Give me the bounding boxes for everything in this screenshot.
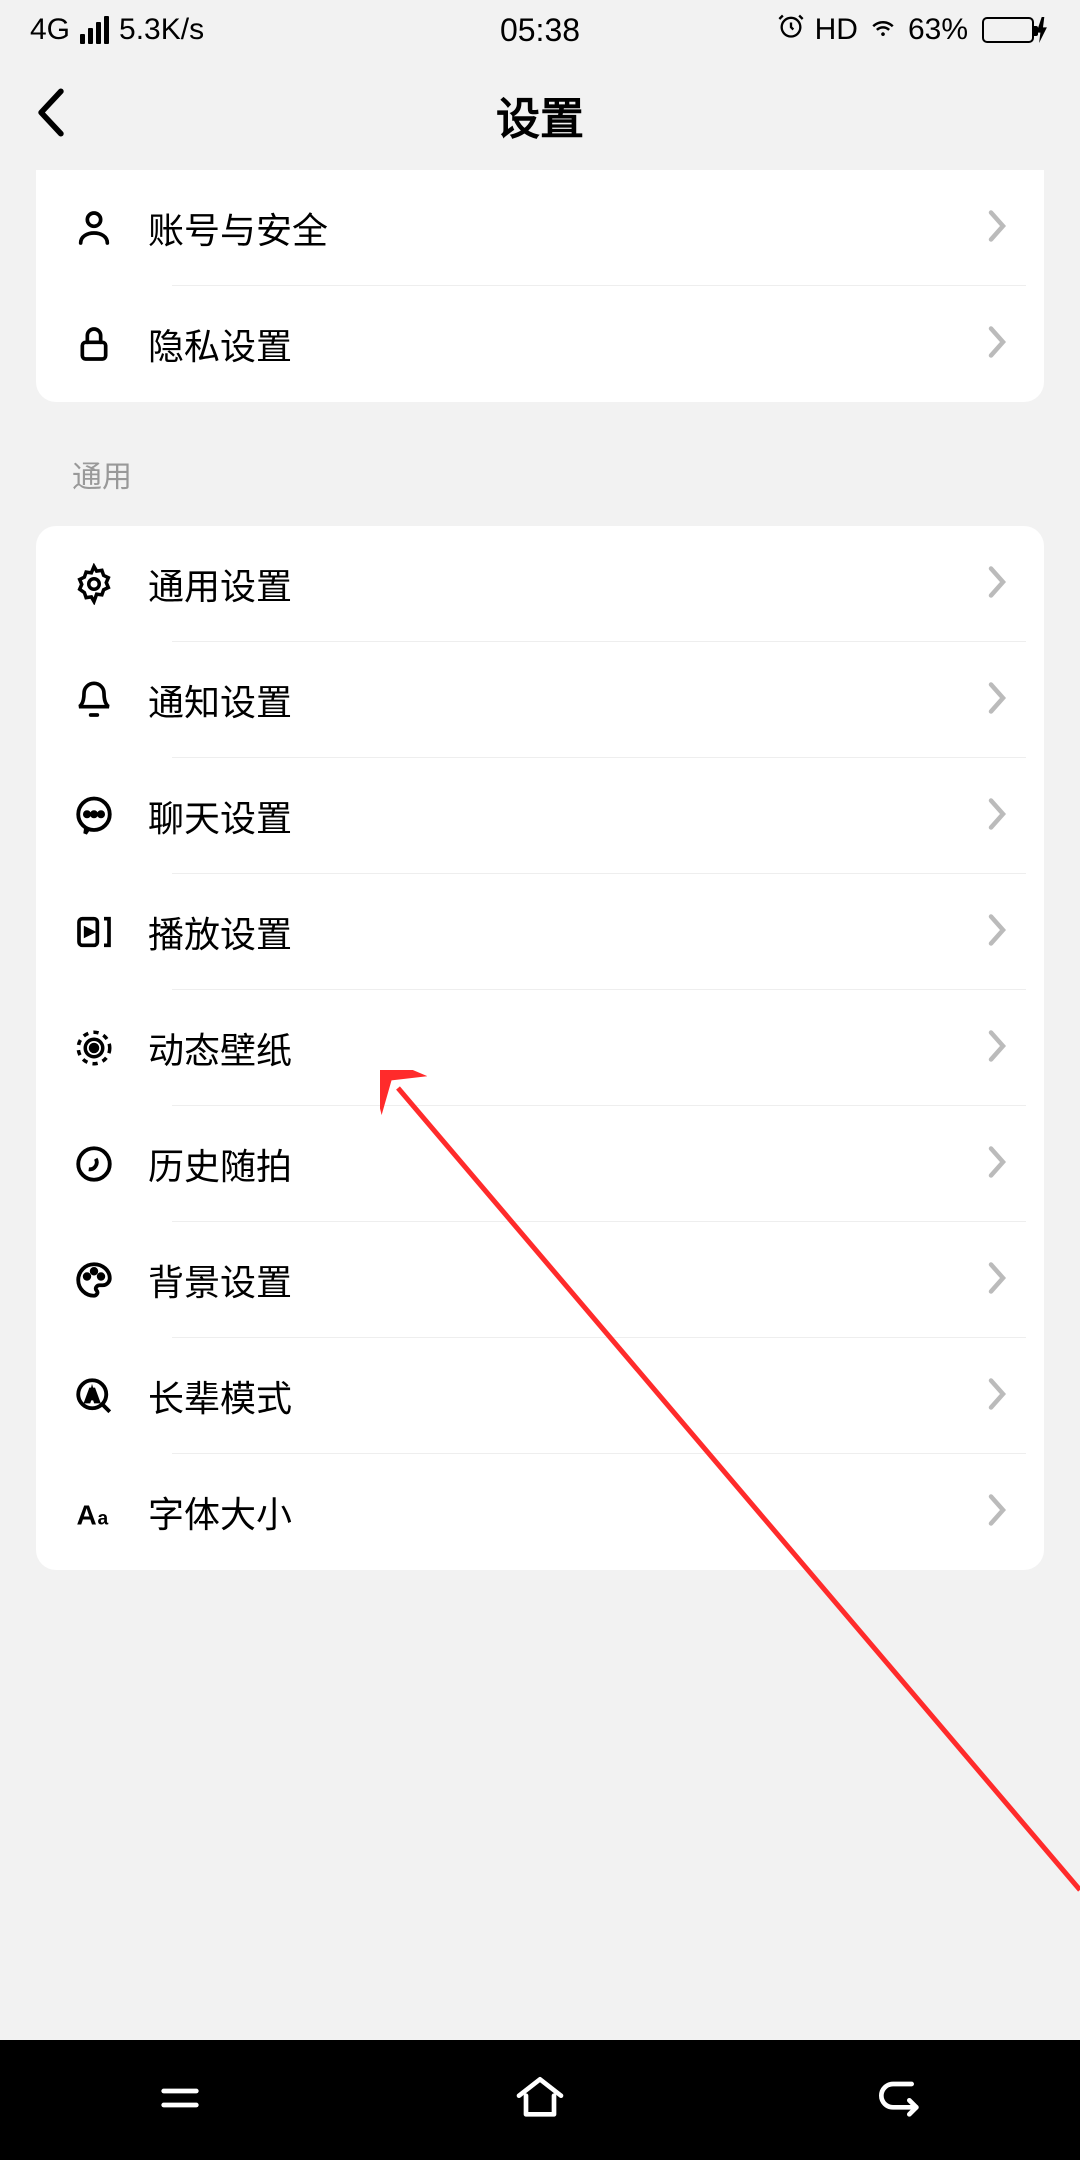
status-bar: 4G 5.3K/s 05:38 HD 63%	[0, 0, 1080, 60]
row-general-settings[interactable]: 通用设置	[36, 526, 1044, 642]
history-icon	[72, 1142, 116, 1186]
row-notification-settings[interactable]: 通知设置	[36, 642, 1044, 758]
chevron-right-icon	[986, 564, 1008, 605]
row-label: 账号与安全	[148, 202, 986, 254]
chevron-right-icon	[986, 324, 1008, 365]
row-account-security[interactable]: 账号与安全	[36, 170, 1044, 286]
svg-text:A: A	[77, 1499, 97, 1530]
hd-label: HD	[815, 13, 858, 47]
alarm-icon	[777, 12, 805, 48]
status-time: 05:38	[500, 12, 580, 49]
user-icon	[72, 206, 116, 250]
header: 设置	[0, 60, 1080, 170]
signal-icon	[80, 16, 109, 44]
svg-text:A: A	[86, 1385, 99, 1405]
row-playback-settings[interactable]: 播放设置	[36, 874, 1044, 990]
chevron-right-icon	[986, 1028, 1008, 1069]
system-nav-bar	[0, 2040, 1080, 2160]
row-label: 历史随拍	[148, 1138, 986, 1190]
row-label: 播放设置	[148, 906, 986, 958]
section-label-general: 通用	[72, 452, 1080, 496]
battery-icon	[978, 17, 1050, 43]
nav-home-button[interactable]	[512, 2070, 568, 2131]
row-privacy[interactable]: 隐私设置	[36, 286, 1044, 402]
settings-group-account: 账号与安全 隐私设置	[36, 170, 1044, 402]
lock-icon	[72, 322, 116, 366]
chevron-right-icon	[986, 680, 1008, 721]
row-live-wallpaper[interactable]: 动态壁纸	[36, 990, 1044, 1106]
row-background-settings[interactable]: 背景设置	[36, 1222, 1044, 1338]
chevron-right-icon	[986, 208, 1008, 249]
nav-back-button[interactable]	[872, 2070, 928, 2131]
svg-text:a: a	[98, 1508, 109, 1529]
row-elder-mode[interactable]: A 长辈模式	[36, 1338, 1044, 1454]
gear-icon	[72, 562, 116, 606]
font-icon: Aa	[72, 1490, 116, 1534]
chevron-right-icon	[986, 1144, 1008, 1185]
chevron-right-icon	[986, 1492, 1008, 1533]
row-label: 长辈模式	[148, 1370, 986, 1422]
row-label: 隐私设置	[148, 318, 986, 370]
nav-menu-button[interactable]	[152, 2070, 208, 2131]
play-icon	[72, 910, 116, 954]
row-label: 背景设置	[148, 1254, 986, 1306]
row-history-shoot[interactable]: 历史随拍	[36, 1106, 1044, 1222]
chevron-right-icon	[986, 1376, 1008, 1417]
chevron-right-icon	[986, 796, 1008, 837]
battery-percent: 63%	[908, 13, 968, 47]
palette-icon	[72, 1258, 116, 1302]
wallpaper-icon	[72, 1026, 116, 1070]
row-label: 动态壁纸	[148, 1022, 986, 1074]
status-left: 4G 5.3K/s	[30, 13, 204, 47]
settings-group-general: 通用设置 通知设置 聊天设置 播放设置 动态壁纸	[36, 526, 1044, 1570]
row-label: 通用设置	[148, 558, 986, 610]
bell-icon	[72, 678, 116, 722]
chat-icon	[72, 794, 116, 838]
wifi-icon	[868, 11, 898, 49]
row-label: 通知设置	[148, 674, 986, 726]
chevron-right-icon	[986, 1260, 1008, 1301]
network-speed: 5.3K/s	[119, 13, 204, 47]
row-chat-settings[interactable]: 聊天设置	[36, 758, 1044, 874]
chevron-right-icon	[986, 912, 1008, 953]
back-button[interactable]	[36, 89, 66, 142]
row-font-size[interactable]: Aa 字体大小	[36, 1454, 1044, 1570]
page-title: 设置	[496, 83, 584, 147]
status-right: HD 63%	[777, 11, 1050, 49]
row-label: 聊天设置	[148, 790, 986, 842]
row-label: 字体大小	[148, 1486, 986, 1538]
elder-icon: A	[72, 1374, 116, 1418]
network-type: 4G	[30, 13, 70, 47]
